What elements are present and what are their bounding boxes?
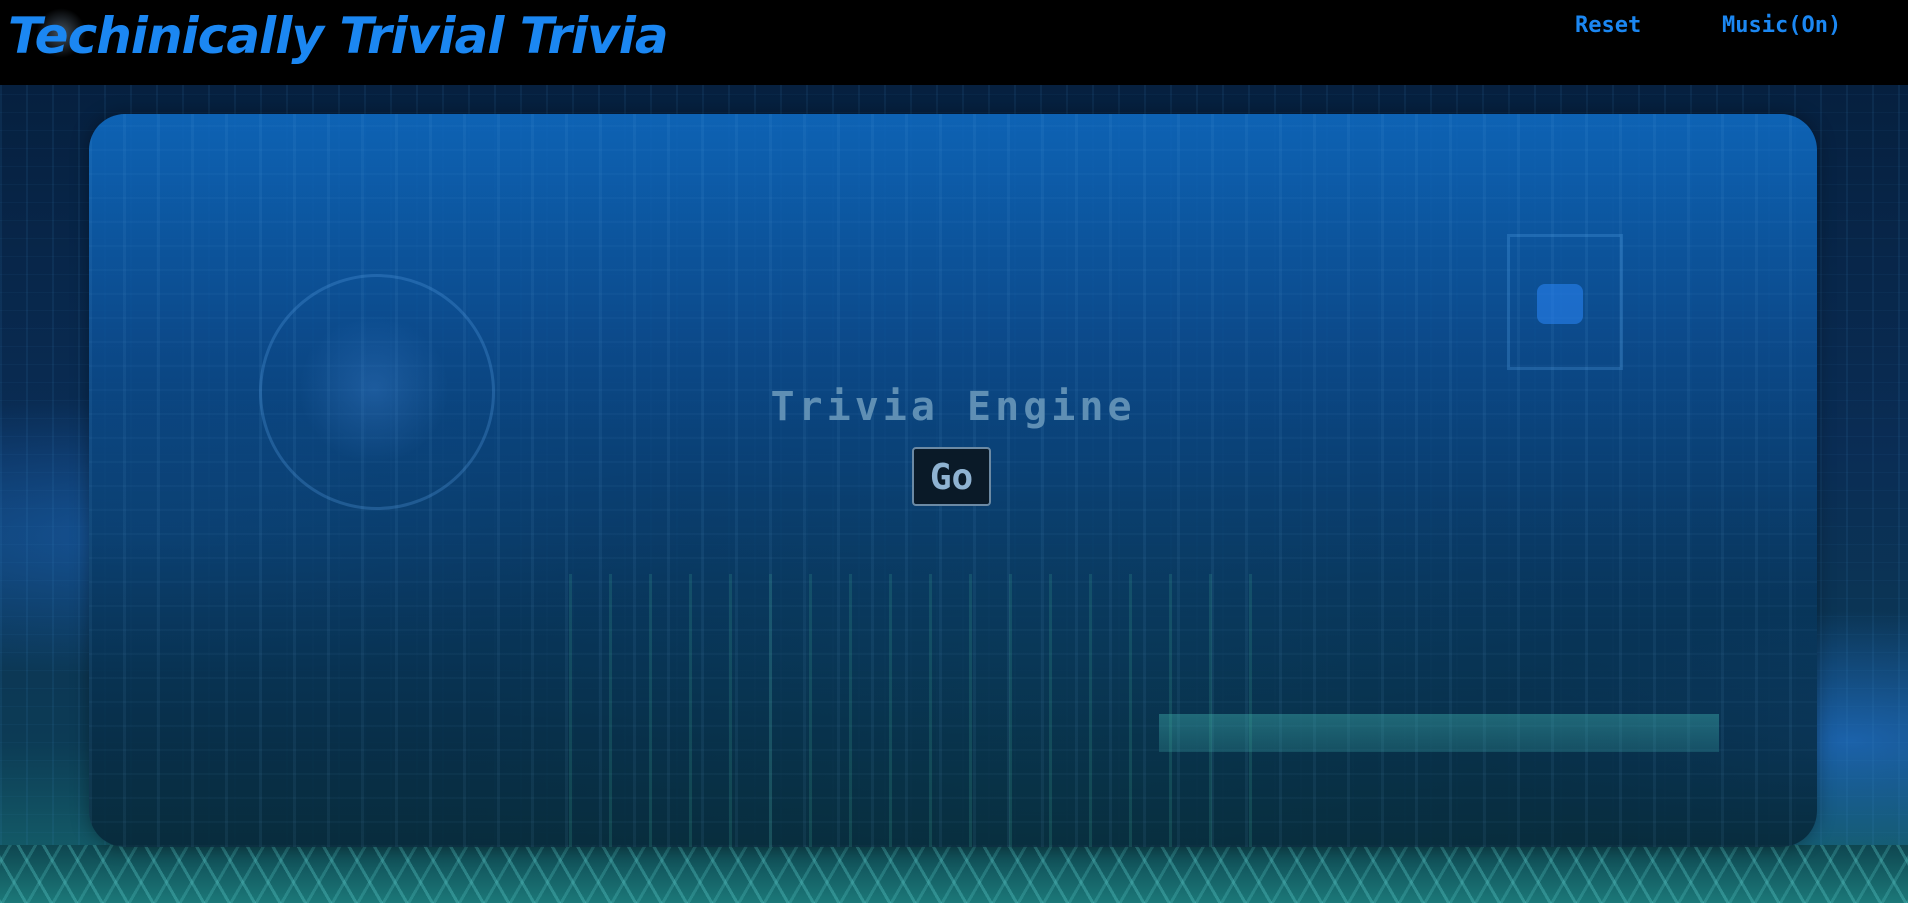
music-toggle-link[interactable]: Music(On) <box>1722 12 1841 40</box>
page-title: Trivia Engine <box>770 384 1136 430</box>
site-title: Techinically Trivial Trivia <box>8 7 669 65</box>
reset-link[interactable]: Reset <box>1575 12 1641 40</box>
site-header: Techinically Trivial Trivia Reset Music(… <box>0 0 1908 85</box>
panel-decorative-traces <box>569 574 1269 847</box>
panel-decorative-light <box>1537 284 1583 324</box>
main-panel: Trivia Engine Go <box>89 114 1817 847</box>
background-circuit-traces <box>0 845 1908 905</box>
go-button[interactable]: Go <box>912 447 991 506</box>
